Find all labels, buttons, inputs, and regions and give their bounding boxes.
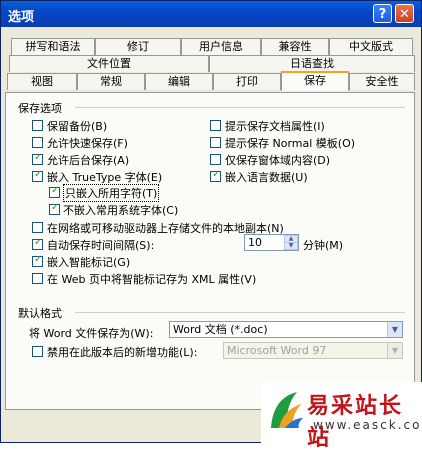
- background-save-checkbox[interactable]: ✓: [32, 152, 43, 165]
- help-button[interactable]: ?: [373, 4, 392, 23]
- tab-spelling-grammar[interactable]: 拼写和语法: [11, 38, 95, 55]
- embed-used-chars-label: 只嵌入所用字符(T): [63, 184, 160, 202]
- tab-asian-typography[interactable]: 中文版式: [329, 38, 413, 55]
- smart-tags-xml-checkbox[interactable]: [32, 273, 43, 284]
- fast-save-label: 允许快速保存(F): [47, 137, 128, 150]
- watermark-overlay: 易采站长站 www.easck.com: [261, 382, 422, 451]
- form-data-only-checkbox[interactable]: [210, 154, 221, 165]
- tab-security[interactable]: 安全性: [349, 73, 415, 90]
- dialog-title: 选项: [8, 10, 35, 25]
- prompt-normal-template-checkbox[interactable]: [210, 137, 221, 148]
- smart-tags-xml-label: 在 Web 页中将智能标记存为 XML 属性(V): [47, 273, 257, 286]
- embed-language-data-label: 嵌入语言数据(U): [225, 171, 308, 184]
- local-copy-checkbox[interactable]: [32, 222, 43, 233]
- no-system-fonts-label: 不嵌入常用系统字体(C): [63, 204, 179, 217]
- tab-save[interactable]: 保存: [281, 71, 349, 91]
- autosave-label: 自动保存时间间隔(S):: [47, 239, 155, 252]
- no-system-fonts-checkbox[interactable]: ✓: [49, 202, 60, 215]
- keep-backup-label: 保留备份(B): [47, 120, 108, 133]
- title-bar: 选项 ? ✕: [1, 1, 421, 27]
- save-as-dropdown[interactable]: Word 文档 (*.doc) ▼: [169, 321, 403, 338]
- save-as-label: 将 Word 文件保存为(W):: [29, 327, 154, 340]
- background-save-label: 允许后台保存(A): [47, 154, 130, 167]
- close-button[interactable]: ✕: [395, 4, 414, 23]
- tab-user-info[interactable]: 用户信息: [181, 38, 261, 55]
- watermark-url: www.easck.com: [313, 418, 422, 432]
- tab-compatibility[interactable]: 兼容性: [261, 38, 329, 55]
- fast-save-checkbox[interactable]: [32, 137, 43, 148]
- options-dialog: 选项 ? ✕ 拼写和语法 修订 用户信息 兼容性 中文版式 文件位置 日语查找 …: [0, 0, 422, 451]
- autosave-unit-label: 分钟(M): [303, 239, 344, 252]
- tab-edit[interactable]: 编辑: [145, 73, 213, 90]
- keep-backup-checkbox[interactable]: [32, 120, 43, 131]
- tab-general[interactable]: 常规: [77, 73, 145, 90]
- save-as-value: Word 文档 (*.doc): [173, 323, 268, 336]
- spin-down-button[interactable]: ▼: [284, 242, 298, 250]
- tab-japanese-find[interactable]: 日语查找: [209, 55, 415, 72]
- embed-used-chars-checkbox[interactable]: ✓: [49, 185, 60, 198]
- disable-features-label: 禁用在此版本后的新增功能(L):: [47, 346, 198, 359]
- disable-features-checkbox[interactable]: [32, 346, 43, 357]
- group-divider: [75, 107, 405, 108]
- embed-language-data-checkbox[interactable]: ✓: [210, 169, 221, 182]
- tab-file-locations[interactable]: 文件位置: [9, 55, 209, 72]
- tab-track-changes[interactable]: 修订: [95, 38, 181, 55]
- embed-truetype-checkbox[interactable]: ✓: [32, 169, 43, 182]
- prompt-doc-props-checkbox[interactable]: [210, 120, 221, 131]
- save-options-group-label: 保存选项: [18, 102, 62, 115]
- embed-smart-tags-label: 嵌入智能标记(G): [47, 256, 131, 269]
- default-format-group-label: 默认格式: [18, 307, 62, 320]
- tab-print[interactable]: 打印: [213, 73, 281, 90]
- autosave-checkbox[interactable]: ✓: [32, 237, 43, 250]
- prompt-normal-template-label: 提示保存 Normal 模板(O): [225, 137, 356, 150]
- group-divider: [75, 312, 405, 313]
- site-logo-icon: [271, 392, 303, 428]
- tab-view[interactable]: 视图: [7, 73, 77, 90]
- prompt-doc-props-label: 提示保存文档属性(I): [225, 120, 325, 133]
- chevron-down-icon[interactable]: ▼: [387, 343, 402, 358]
- disable-features-dropdown[interactable]: Microsoft Word 97 ▼: [223, 342, 403, 359]
- form-data-only-label: 仅保存窗体域内容(D): [225, 154, 331, 167]
- embed-truetype-label: 嵌入 TrueType 字体(E): [47, 171, 163, 184]
- embed-smart-tags-checkbox[interactable]: ✓: [32, 254, 43, 267]
- chevron-down-icon[interactable]: ▼: [387, 322, 402, 337]
- disable-features-value: Microsoft Word 97: [227, 344, 327, 357]
